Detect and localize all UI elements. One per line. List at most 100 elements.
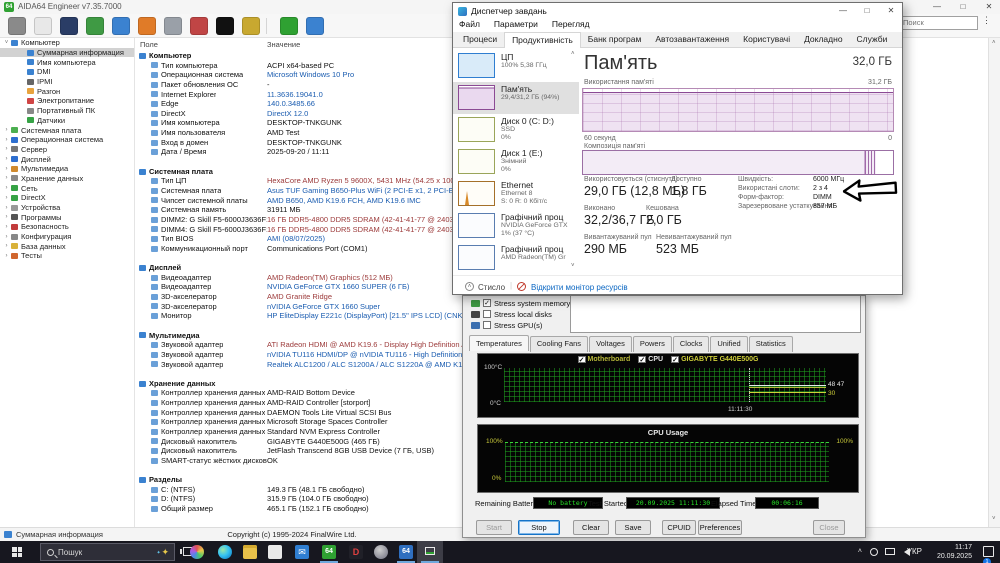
aida-minimize-button[interactable]: — <box>925 0 949 13</box>
tab-банк-програм[interactable]: Банк програм <box>581 32 649 48</box>
tray-network-icon[interactable] <box>885 548 895 555</box>
tree-expander-icon[interactable]: › <box>2 137 11 143</box>
tab-служби[interactable]: Служби <box>850 32 895 48</box>
checkbox[interactable] <box>483 321 491 329</box>
tray-clock[interactable]: 11:17 20.09.2025 <box>926 543 972 561</box>
stress-option-row[interactable]: Stress local disks <box>471 309 552 319</box>
tree-expander-icon[interactable]: › <box>2 166 11 172</box>
display-icon[interactable] <box>60 17 78 35</box>
save-button[interactable]: Save <box>615 520 651 535</box>
scroll-up-icon[interactable]: ˄ <box>992 40 996 46</box>
tree-expander-icon[interactable]: › <box>2 185 11 191</box>
stress-tab-statistics[interactable]: Statistics <box>748 336 793 352</box>
tree-expander-icon[interactable]: › <box>2 214 11 220</box>
tree-expander-icon[interactable]: › <box>2 195 11 201</box>
tray-onedrive-icon[interactable] <box>870 548 878 556</box>
checkbox[interactable] <box>483 310 491 318</box>
perf-sidebar-item-gpu-5[interactable]: Графічний проц NVIDIA GeForce GTX 1% (37 °… <box>453 210 573 242</box>
memory-composition-bar[interactable] <box>582 150 894 175</box>
sidebar-item-хранение-данных[interactable]: › Хранение данных <box>0 174 134 184</box>
aida-vertical-scrollbar[interactable]: ˄ ˅ <box>988 38 1000 527</box>
tree-expander-icon[interactable]: › <box>2 224 11 230</box>
scroll-down-icon[interactable]: ˅ <box>992 516 996 522</box>
preferences-button[interactable]: Preferences <box>698 520 742 535</box>
stress-option-row[interactable]: Stress GPU(s) <box>471 320 542 330</box>
app-button-daemon-tools[interactable]: D <box>343 541 369 563</box>
tm-close-button[interactable]: ✕ <box>879 3 903 18</box>
app-button-globe[interactable] <box>368 541 394 563</box>
sidebar-item-системная-плата[interactable]: › Системная плата <box>0 125 134 135</box>
sidebar-item-безопасность[interactable]: › Безопасность <box>0 222 134 232</box>
sidebar-item-программы[interactable]: › Программы <box>0 212 134 222</box>
legend-item[interactable]: ✓ CPU <box>638 356 663 364</box>
perf-sidebar-item-mem-1[interactable]: Пам'ять 29,4/31,2 ГБ (94%) <box>453 82 579 114</box>
sidebar-item-сервер[interactable]: › Сервер <box>0 145 134 155</box>
sidebar-item-тесты[interactable]: › Тесты <box>0 251 134 261</box>
sidebar-item-directx[interactable]: › DirectX <box>0 193 134 203</box>
benchmark-icon[interactable] <box>190 17 208 35</box>
sidebar-item-мультимедиа[interactable]: › Мультимедиа <box>0 164 134 174</box>
flame-icon[interactable] <box>138 17 156 35</box>
tab-процеси[interactable]: Процеси <box>456 32 504 48</box>
app-button-store[interactable] <box>262 541 288 563</box>
tray-chevron-up-icon[interactable]: ˄ <box>858 548 862 555</box>
tm-minimize-button[interactable]: — <box>831 3 855 18</box>
stress-tab-powers[interactable]: Powers <box>632 336 672 352</box>
menu-item-файл[interactable]: Файл <box>459 19 480 32</box>
gauge-icon[interactable] <box>242 17 260 35</box>
app-button-file-explorer[interactable] <box>237 541 263 563</box>
tree-expander-icon[interactable]: › <box>2 205 11 211</box>
perf-sidebar-item-gpu-6[interactable]: Графічний проц AMD Radeon(TM) Gr <box>453 242 573 274</box>
stress-tab-cooling-fans[interactable]: Cooling Fans <box>529 336 589 352</box>
stress-tab-temperatures[interactable]: Temperatures <box>469 335 529 351</box>
sidebar-item-портативный-пк[interactable]: Портативный ПК <box>0 106 134 116</box>
tray-language-indicator[interactable]: УКР <box>907 547 922 556</box>
stress-results-list[interactable] <box>570 296 861 333</box>
tree-expander-icon[interactable]: › <box>2 234 11 240</box>
export-icon[interactable] <box>164 17 182 35</box>
sidebar-item-имя-компьютера[interactable]: Имя компьютера <box>0 57 134 67</box>
sidebar-item-база-данных[interactable]: › База данных <box>0 241 134 251</box>
action-center-icon[interactable]: 1 <box>983 546 994 563</box>
legend-item[interactable]: ✓ Motherboard <box>577 356 630 364</box>
aida-search-input[interactable]: Поиск <box>898 16 978 30</box>
open-resource-monitor-link[interactable]: Відкрити монітор ресурсів <box>531 283 628 292</box>
sidebar-item-устройства[interactable]: › Устройства <box>0 203 134 213</box>
tab-продуктивність[interactable]: Продуктивність <box>504 32 581 49</box>
osd-icon[interactable] <box>216 17 234 35</box>
tab-докладно[interactable]: Докладно <box>797 32 849 48</box>
stop-button[interactable]: Stop <box>518 520 560 535</box>
aida-maximize-button[interactable]: □ <box>951 0 975 13</box>
stress-tab-clocks[interactable]: Clocks <box>672 336 710 352</box>
menu-item-перегляд[interactable]: Перегляд <box>552 19 590 32</box>
sidebar-item-операционная-система[interactable]: › Операционная система <box>0 135 134 145</box>
sidebar-item-датчики[interactable]: Датчики <box>0 116 134 126</box>
perf-sidebar-item-disk-3[interactable]: Диск 1 (E:) Знімний 0% <box>453 146 573 178</box>
memory-icon[interactable] <box>86 17 104 35</box>
clear-button[interactable]: Clear <box>573 520 609 535</box>
sidebar-item-компьютер[interactable]: ˅ Компьютер <box>0 38 134 48</box>
app-button-aida64-green[interactable]: 64 <box>316 541 342 563</box>
sidebar-item-dmi[interactable]: DMI <box>0 67 134 77</box>
perf-sidebar-item-disk-2[interactable]: Диск 0 (C: D:) SSD 0% <box>453 114 573 146</box>
sidebar-item-электропитание[interactable]: Электропитание <box>0 96 134 106</box>
report-icon[interactable] <box>34 17 52 35</box>
tree-expander-icon[interactable]: › <box>2 146 11 152</box>
tm-maximize-button[interactable]: □ <box>855 3 879 18</box>
tree-expander-icon[interactable]: › <box>2 253 11 259</box>
legend-checkbox[interactable]: ✓ <box>638 356 647 364</box>
sidebar-item-ipmi[interactable]: IPMI <box>0 77 134 87</box>
sidebar-item-сеть[interactable]: › Сеть <box>0 183 134 193</box>
update-icon[interactable] <box>280 17 298 35</box>
legend-checkbox[interactable]: ✓ <box>577 356 586 364</box>
perf-sidebar-item-cpu-0[interactable]: ЦП 100% 5,38 ГГц <box>453 50 573 82</box>
app-button-copilot[interactable] <box>184 541 210 563</box>
tree-expander-icon[interactable]: › <box>2 175 11 181</box>
tab-користувачі[interactable]: Користувачі <box>736 32 797 48</box>
cpuid-button[interactable]: CPUID <box>662 520 696 535</box>
devices-icon[interactable] <box>112 17 130 35</box>
app-button-mail[interactable]: ✉ <box>289 541 315 563</box>
sidebar-item-дисплей[interactable]: › Дисплей <box>0 154 134 164</box>
menu-item-параметри[interactable]: Параметри <box>494 19 538 32</box>
fewer-details-toggle[interactable]: Стисло <box>478 283 505 292</box>
